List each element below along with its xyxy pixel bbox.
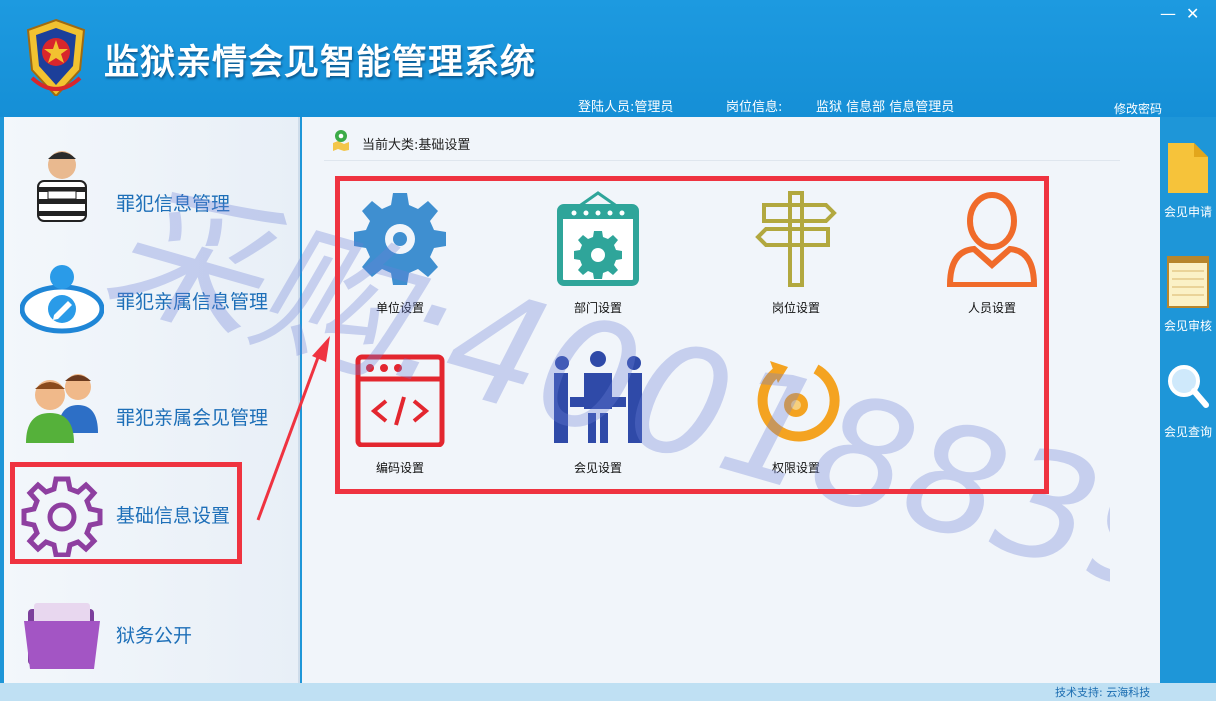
annotation-box-sidebar — [10, 462, 242, 564]
divider — [324, 160, 1120, 161]
prisoner-icon — [37, 151, 87, 222]
sidebar-item-label: 罪犯亲属信息管理 — [116, 291, 269, 313]
app-title: 监狱亲情会见智能管理系统 — [104, 43, 537, 83]
position-value: 监狱 信息部 信息管理员 — [816, 100, 955, 115]
login-user: 登陆人员:管理员 — [578, 100, 674, 115]
map-pin-icon — [333, 130, 349, 151]
sidebar-item-label: 罪犯亲属会见管理 — [116, 407, 269, 429]
dock-label: 会见审核 — [1163, 319, 1212, 333]
dock-label: 会见申请 — [1163, 205, 1212, 219]
close-button[interactable]: ✕ — [1186, 6, 1199, 22]
annotation-box-tiles — [335, 176, 1049, 494]
position-label: 岗位信息: — [726, 100, 783, 115]
tech-support-text: 技术支持: 云海科技 — [1055, 686, 1151, 699]
magnifier-icon — [1168, 365, 1209, 408]
annotation-arrow-icon — [256, 336, 330, 521]
dock-item-meeting-query[interactable]: 会见查询 — [1160, 361, 1216, 451]
breadcrumb: 当前大类:基础设置 — [362, 138, 471, 153]
document-icon — [1168, 143, 1208, 193]
quick-dock: 会见申请 会见审核 会见查询 — [1160, 117, 1216, 683]
sidebar-item-label: 狱务公开 — [116, 625, 193, 647]
dock-item-meeting-review[interactable]: 会见审核 — [1160, 255, 1216, 345]
notepad-icon — [1167, 256, 1209, 308]
eye-pencil-icon — [20, 265, 104, 334]
minimize-button[interactable]: — — [1160, 6, 1176, 22]
dock-label: 会见查询 — [1163, 425, 1212, 439]
app-window: 监狱亲情会见智能管理系统 — ✕ 登陆人员:管理员 岗位信息: 监狱 信息部 信… — [0, 0, 1216, 701]
sidebar-item-label: 罪犯信息管理 — [116, 193, 231, 215]
sidebar-item-prisoner-info[interactable]: 罪犯信息管理 — [4, 133, 296, 243]
police-emblem-icon — [26, 18, 86, 96]
folder-icon — [24, 603, 100, 669]
change-password-link[interactable]: 修改密码 — [1114, 100, 1162, 117]
sidebar-item-prison-affairs[interactable]: 狱务公开 — [4, 581, 296, 691]
header-bar: 监狱亲情会见智能管理系统 — ✕ 登陆人员:管理员 岗位信息: 监狱 信息部 信… — [0, 0, 1216, 117]
dock-item-meeting-apply[interactable]: 会见申请 — [1160, 141, 1216, 231]
status-bar: 技术支持: 云海科技 — [0, 683, 1216, 701]
people-icon — [26, 374, 98, 443]
